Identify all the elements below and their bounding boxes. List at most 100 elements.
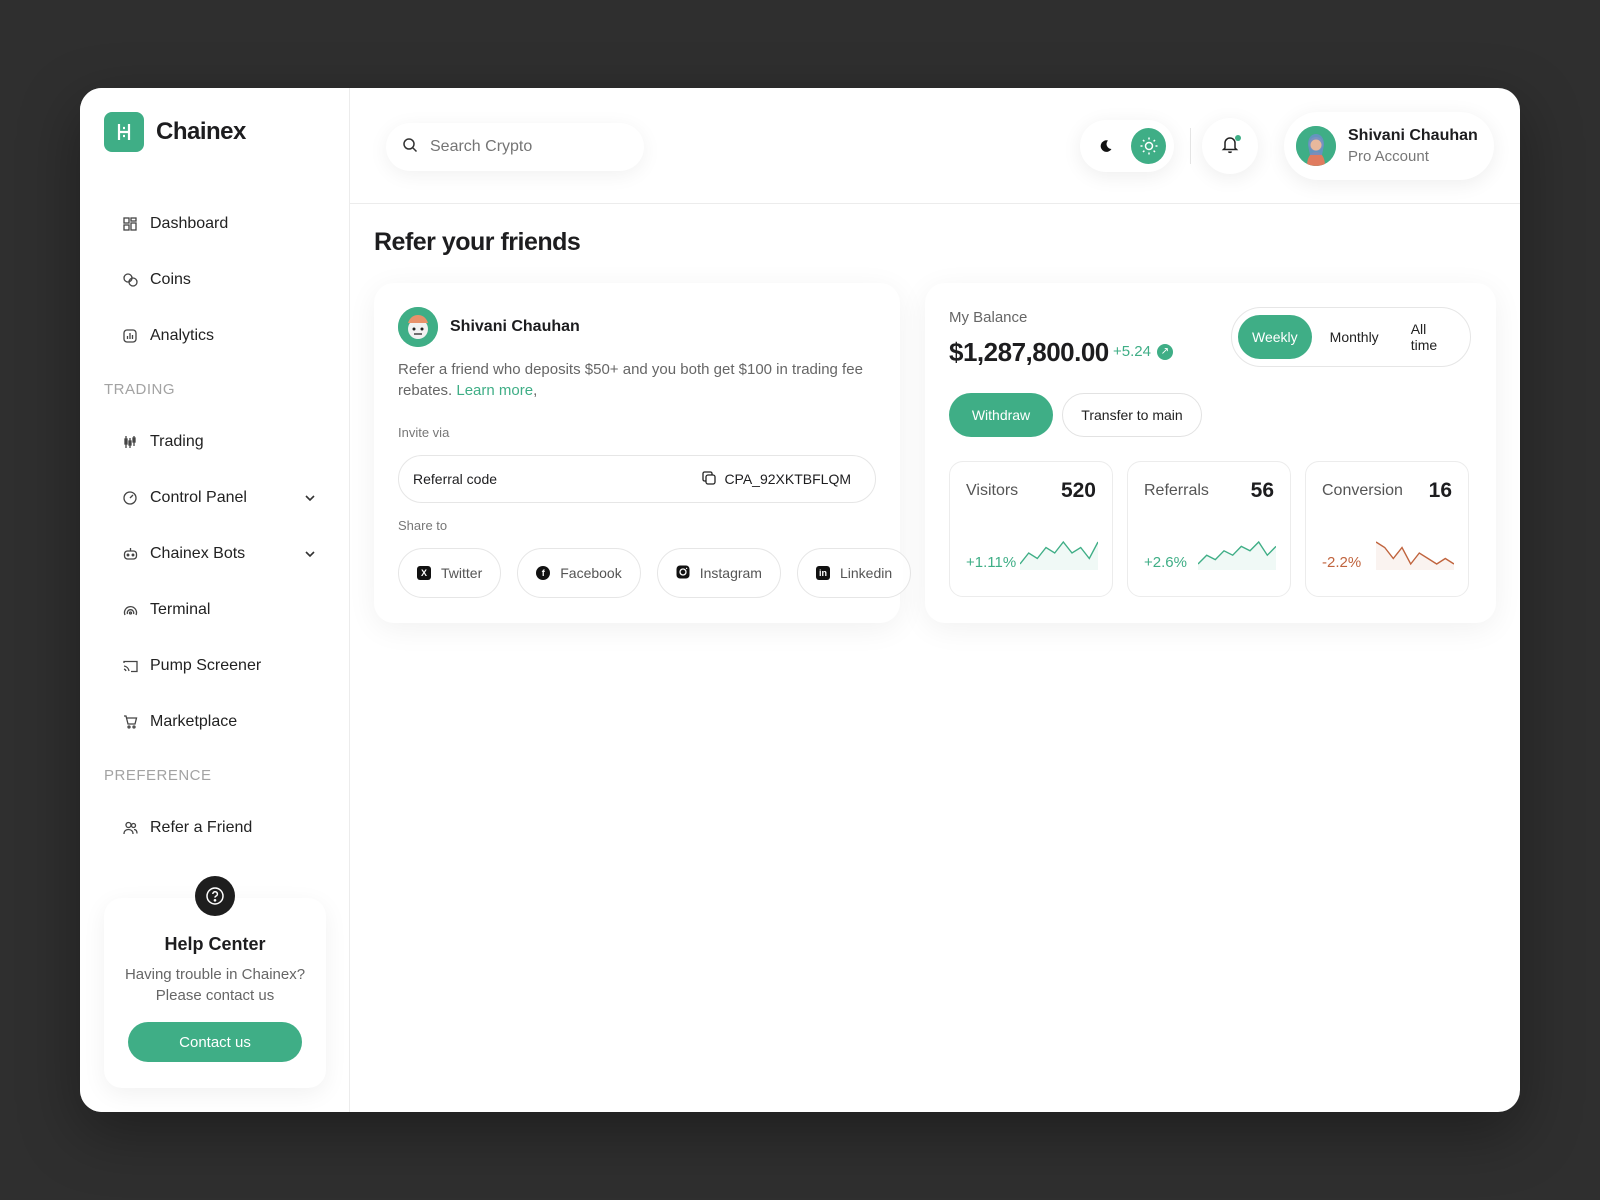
search-box[interactable]	[386, 123, 644, 171]
balance-amount: $1,287,800.00	[949, 337, 1109, 367]
stat-label: Visitors	[966, 482, 1019, 499]
sidebar-item-trading[interactable]: Trading	[104, 414, 326, 470]
sidebar-item-terminal[interactable]: Terminal	[104, 582, 326, 638]
stat-value: 16	[1428, 479, 1452, 502]
notification-badge	[1235, 135, 1241, 141]
referral-code-field[interactable]: Referral code CPA_92XKTBFLQM	[398, 455, 876, 503]
section-trading: TRADING	[104, 380, 175, 398]
cast-icon	[122, 658, 138, 674]
share-linkedin-button[interactable]: in Linkedin	[796, 548, 912, 598]
stat-value: 520	[1060, 479, 1096, 502]
search-input[interactable]	[430, 138, 620, 156]
instagram-icon	[676, 565, 690, 582]
share-label-text: Twitter	[441, 565, 483, 581]
share-label: Share to	[398, 518, 448, 533]
sidebar-nav: Dashboard Coins Analytics TRADING Tradin…	[104, 196, 326, 856]
page-title: Refer your friends	[374, 228, 581, 256]
stat-delta: -2.2%	[1322, 554, 1362, 571]
dashboard-icon	[122, 216, 138, 232]
cart-icon	[122, 714, 138, 730]
tab-all-time[interactable]: All time	[1397, 315, 1464, 359]
sidebar-item-chainex-bots[interactable]: Chainex Bots	[104, 526, 326, 582]
theme-toggle[interactable]	[1080, 120, 1174, 172]
referral-code[interactable]: CPA_92XKTBFLQM	[702, 470, 851, 488]
balance-change-value: +5.24	[1113, 343, 1151, 360]
sidebar-item-label: Trading	[150, 433, 204, 450]
share-label-text: Facebook	[560, 565, 622, 581]
candles-icon	[122, 434, 138, 450]
gauge-icon	[122, 490, 138, 506]
share-label-text: Instagram	[699, 565, 762, 581]
profile-subtitle: Pro Account	[1348, 148, 1429, 165]
help-title: Help Center	[164, 934, 266, 954]
sun-icon[interactable]	[1131, 128, 1166, 164]
referral-code-label: Referral code	[413, 471, 498, 487]
sidebar: Chainex Dashboard Coins Analytics TRADIN…	[80, 88, 350, 1112]
app-window: Chainex Dashboard Coins Analytics TRADIN…	[80, 88, 1520, 1112]
stat-delta: +1.11%	[966, 554, 1017, 571]
notifications-button[interactable]	[1202, 118, 1258, 174]
profile-name: Shivani Chauhan	[1348, 127, 1478, 144]
stat-delta: +2.6%	[1144, 554, 1187, 571]
user-profile[interactable]: Shivani Chauhan Pro Account	[1284, 112, 1494, 180]
sparkline-area	[1020, 542, 1098, 570]
sidebar-item-label: Coins	[150, 271, 191, 288]
brand[interactable]: Chainex	[104, 112, 246, 152]
learn-more-suffix: ,	[533, 382, 538, 399]
referral-user-name: Shivani Chauhan	[450, 318, 580, 335]
sidebar-item-dashboard[interactable]: Dashboard	[104, 196, 326, 252]
transfer-button[interactable]: Transfer to main	[1062, 393, 1202, 437]
arrow-up-right-icon: ↗	[1156, 343, 1173, 360]
sparkline	[1020, 540, 1098, 570]
referral-description: Refer a friend who deposits $50+ and you…	[398, 359, 868, 401]
sidebar-item-label: Terminal	[150, 601, 211, 618]
help-center-card: Help Center Having trouble in Chainex? P…	[104, 876, 326, 1088]
balance-label: My Balance	[949, 309, 1028, 326]
signal-icon	[122, 602, 138, 618]
share-label-text: Linkedin	[839, 565, 893, 581]
sidebar-item-coins[interactable]: Coins	[104, 252, 326, 308]
sidebar-item-label: Analytics	[150, 327, 215, 344]
logo-icon	[104, 112, 144, 152]
sidebar-item-label: Control Panel	[150, 489, 247, 506]
tab-weekly[interactable]: Weekly	[1238, 315, 1312, 359]
avatar	[398, 307, 438, 347]
share-facebook-button[interactable]: f Facebook	[517, 548, 641, 598]
chevron-down-icon[interactable]	[304, 545, 316, 563]
sidebar-item-label: Pump Screener	[150, 657, 262, 674]
copy-icon[interactable]	[702, 470, 717, 488]
share-instagram-button[interactable]: Instagram	[656, 548, 781, 598]
stat-card-referrals: Referrals 56 +2.6%	[1127, 461, 1291, 597]
divider	[1190, 128, 1191, 164]
help-text: Having trouble in Chainex? Please contac…	[124, 966, 306, 1004]
linkedin-icon: in	[815, 566, 830, 580]
sidebar-item-label: Marketplace	[150, 713, 238, 730]
sidebar-item-control-panel[interactable]: Control Panel	[104, 470, 326, 526]
coins-icon	[122, 272, 138, 288]
brand-name: Chainex	[156, 118, 246, 145]
sparkline	[1198, 540, 1276, 570]
stat-label: Referrals	[1144, 482, 1209, 499]
sidebar-item-label: Refer a Friend	[150, 819, 253, 836]
sidebar-item-pump-screener[interactable]: Pump Screener	[104, 638, 326, 694]
x-icon: X	[417, 566, 431, 580]
contact-us-button[interactable]: Contact us	[128, 1022, 302, 1062]
period-switcher: Weekly Monthly All time	[1231, 307, 1471, 367]
stat-label: Conversion	[1322, 482, 1403, 499]
referral-card: Shivani Chauhan Refer a friend who depos…	[374, 283, 912, 623]
withdraw-button[interactable]: Withdraw	[949, 393, 1053, 437]
users-icon	[122, 820, 138, 836]
tab-monthly[interactable]: Monthly	[1316, 315, 1393, 359]
sparkline-area	[1376, 542, 1454, 570]
sidebar-item-analytics[interactable]: Analytics	[104, 308, 326, 364]
chevron-down-icon[interactable]	[304, 489, 316, 507]
sidebar-item-label: Dashboard	[150, 215, 229, 232]
sidebar-item-refer-a-friend[interactable]: Refer a Friend	[104, 800, 326, 856]
balance-card: My Balance $1,287,800.00 +5.24 ↗ Weekly …	[925, 283, 1496, 623]
sidebar-item-marketplace[interactable]: Marketplace	[104, 694, 326, 750]
stat-card-conversion: Conversion 16 -2.2%	[1305, 461, 1469, 597]
share-twitter-button[interactable]: X Twitter	[398, 548, 502, 598]
learn-more-link[interactable]: Learn more	[456, 382, 533, 399]
topbar: Shivani Chauhan Pro Account	[350, 88, 1520, 204]
moon-icon[interactable]	[1088, 128, 1123, 164]
